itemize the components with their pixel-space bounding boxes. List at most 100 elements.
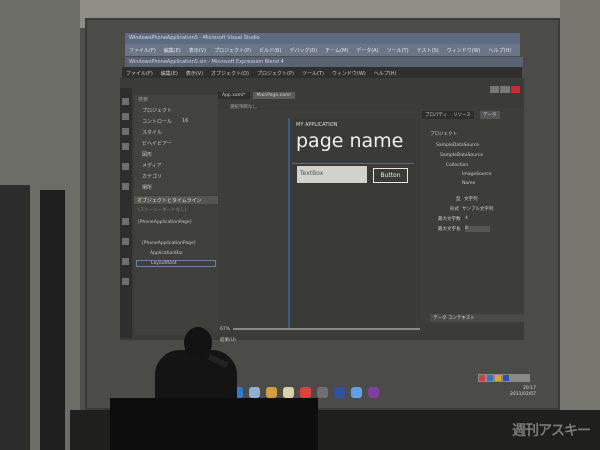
blend-title-bar: WindowsPhoneApplication5.sln - Microsoft…: [125, 57, 523, 67]
asset-category[interactable]: スタイル: [142, 129, 162, 136]
vs-menu-bar: ファイル(F) 編集(E) 表示(V) プロジェクト(P) ビルド(B) デバッ…: [125, 44, 520, 56]
grid-tool-icon[interactable]: [122, 238, 129, 245]
taskbar-app-icon[interactable]: [334, 386, 345, 398]
max-words-label: 最大文字数: [438, 217, 461, 222]
asset-category[interactable]: 場所: [142, 184, 152, 191]
taskbar-app-icon[interactable]: [300, 386, 311, 398]
menu-item[interactable]: データ(A): [356, 47, 378, 54]
taskbar-app-icon[interactable]: [351, 386, 362, 398]
menu-item[interactable]: ヘルプ(H): [374, 70, 397, 77]
menu-item[interactable]: ヘルプ(H): [489, 47, 512, 54]
properties-panel: プロパティ リソース データ プロジェクト SampleDataSource S…: [420, 108, 524, 323]
format-value[interactable]: サンプル文字列: [462, 206, 493, 212]
assets-panel: 検索 プロジェクト コントロール 16 スタイル ビヘイビアー 図形 メディア …: [134, 95, 218, 195]
zoom-level[interactable]: 67%: [220, 327, 230, 332]
pencil-tool-icon[interactable]: [122, 183, 129, 190]
tab-mainpage-xaml[interactable]: MainPage.xaml: [252, 92, 295, 99]
taskbar-app-icon[interactable]: [249, 386, 260, 398]
menu-item[interactable]: プロジェクト(P): [214, 47, 251, 54]
assets-tool-icon[interactable]: [122, 278, 129, 285]
menu-item[interactable]: 編集(E): [164, 47, 181, 54]
asset-count: 16: [182, 118, 189, 124]
tab-resources[interactable]: リソース: [450, 111, 474, 119]
menu-item[interactable]: ツール(T): [302, 70, 324, 77]
menu-item[interactable]: プロジェクト(P): [257, 70, 294, 77]
data-tree-item[interactable]: SampleDataSource: [436, 143, 479, 148]
selection-label: 選択項目なし: [230, 105, 257, 110]
menu-item[interactable]: 表示(V): [189, 47, 206, 54]
type-value[interactable]: 文字列: [464, 196, 478, 202]
asset-category[interactable]: 図形: [142, 151, 152, 158]
select-tool-icon[interactable]: [122, 98, 129, 105]
tray-icon[interactable]: [487, 375, 493, 381]
tree-item-selected[interactable]: LayoutRoot: [136, 260, 216, 267]
menu-item[interactable]: ファイル(F): [129, 47, 156, 54]
notification-tray-popup: [478, 374, 530, 382]
maximize-button[interactable]: [500, 86, 510, 93]
rectangle-tool-icon[interactable]: [122, 218, 129, 225]
menu-item[interactable]: 表示(V): [186, 70, 203, 77]
asset-category[interactable]: プロジェクト: [142, 107, 172, 114]
speaker-column: [40, 190, 65, 450]
page-title: page name: [296, 130, 404, 152]
max-words-value[interactable]: 4: [465, 216, 468, 221]
button-control[interactable]: Button: [373, 168, 408, 183]
tree-item[interactable]: [PhoneApplicationPage]: [138, 220, 192, 225]
storyboard-select[interactable]: (ストーリーボードなし): [138, 207, 187, 213]
objects-timeline-header: オブジェクトとタイムライン: [134, 196, 218, 204]
max-length-field[interactable]: 8: [465, 226, 490, 232]
asset-category[interactable]: コントロール: [142, 118, 172, 125]
menu-item[interactable]: ファイル(F): [126, 70, 153, 77]
asset-category[interactable]: ビヘイビアー: [142, 140, 172, 147]
tab-properties[interactable]: プロパティ: [422, 111, 451, 119]
pan-tool-icon[interactable]: [122, 113, 129, 120]
data-tree-item[interactable]: プロジェクト: [430, 131, 457, 137]
pen-tool-icon[interactable]: [122, 163, 129, 170]
textbox-control[interactable]: TextBox: [297, 166, 367, 183]
tray-icon[interactable]: [503, 375, 509, 381]
tab-data[interactable]: データ: [480, 111, 500, 119]
taskbar-clock[interactable]: 20:17 2011/02/07: [510, 386, 536, 398]
menu-item[interactable]: ビルド(B): [259, 47, 281, 54]
data-tree-item[interactable]: Collection: [446, 163, 468, 168]
taskbar-app-icon[interactable]: [317, 386, 328, 398]
menu-item[interactable]: デバッグ(D): [289, 47, 317, 54]
blend-menu-bar: ファイル(F) 編集(E) 表示(V) オブジェクト(O) プロジェクト(P) …: [122, 67, 522, 78]
taskbar-app-icon[interactable]: [266, 386, 277, 398]
assets-search-input[interactable]: 検索: [138, 96, 148, 103]
tray-icon[interactable]: [495, 375, 501, 381]
data-tree-item[interactable]: Name: [462, 181, 475, 186]
text-tool-icon[interactable]: [122, 258, 129, 265]
document-tabs: App.xaml* MainPage.xaml: [218, 92, 418, 101]
menu-item[interactable]: オブジェクト(O): [211, 70, 249, 77]
brush-tool-icon[interactable]: [122, 143, 129, 150]
menu-item[interactable]: チーム(M): [325, 47, 348, 54]
taskbar-app-icon[interactable]: [368, 386, 379, 398]
menu-item[interactable]: テスト(S): [417, 47, 439, 54]
podium: [110, 398, 318, 450]
application-title: MY APPLICATION: [296, 122, 338, 128]
data-tree-item[interactable]: SampleDataSource: [440, 153, 483, 158]
eyedropper-tool-icon[interactable]: [122, 128, 129, 135]
tray-icon[interactable]: [479, 375, 485, 381]
menu-item[interactable]: ツール(T): [387, 47, 409, 54]
minimize-button[interactable]: [490, 86, 500, 93]
tab-app-xaml[interactable]: App.xaml*: [218, 92, 250, 99]
results-panel-label[interactable]: 結果(U): [220, 337, 420, 345]
tree-item[interactable]: [PhoneApplicationPage]: [142, 241, 196, 246]
data-context-bar[interactable]: データ コンテキスト: [430, 314, 524, 322]
tree-item[interactable]: ApplicationBar: [150, 251, 183, 256]
close-button[interactable]: [510, 86, 520, 93]
divider: [292, 163, 414, 164]
menu-item[interactable]: ウィンドウ(W): [447, 47, 481, 54]
menu-item[interactable]: ウィンドウ(W): [332, 70, 366, 77]
menu-item[interactable]: 編集(E): [161, 70, 178, 77]
format-label: 形式: [450, 207, 459, 212]
horizontal-scrollbar[interactable]: [233, 328, 420, 330]
asset-category[interactable]: メディア: [142, 162, 162, 169]
asset-category[interactable]: カテゴリ: [142, 173, 162, 180]
vs-title-bar: WindowsPhoneApplication5 - Microsoft Vis…: [125, 33, 520, 44]
data-tree-item[interactable]: ImageSource: [462, 172, 492, 177]
taskbar-app-icon[interactable]: [283, 386, 294, 398]
speaker-column: [0, 185, 30, 450]
